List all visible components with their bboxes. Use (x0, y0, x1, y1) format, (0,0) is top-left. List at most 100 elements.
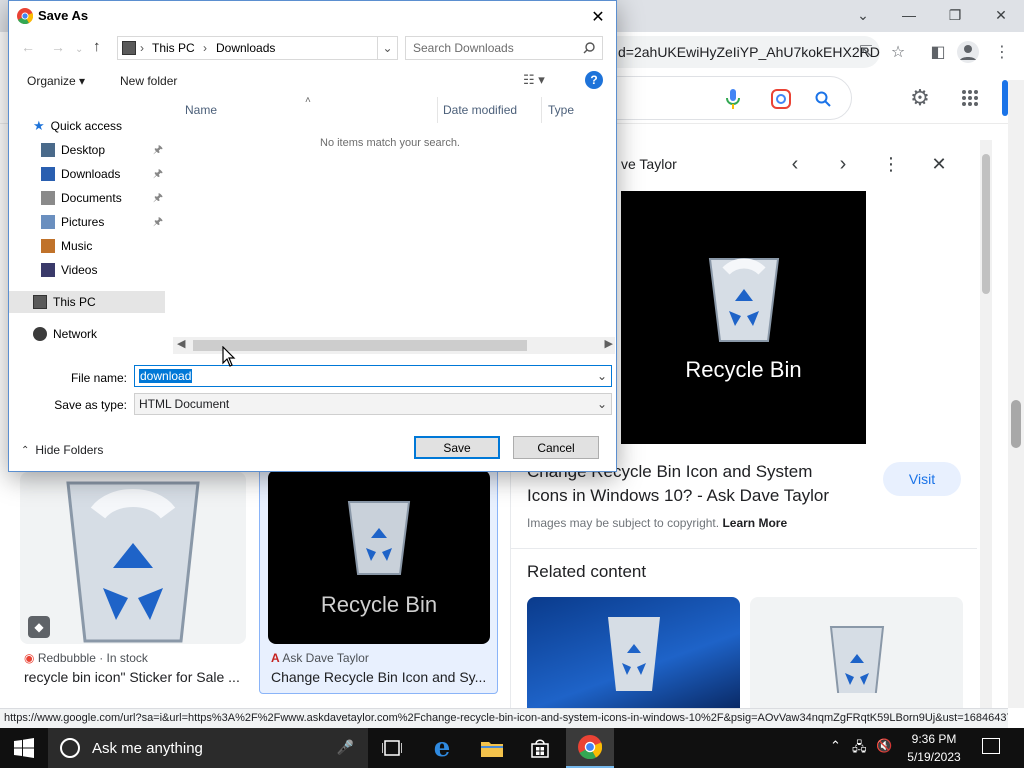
save-as-type-select[interactable]: HTML Document ⌄ (134, 393, 612, 415)
nav-quick-access[interactable]: ★ Quick access (33, 115, 122, 137)
start-button[interactable] (0, 728, 48, 768)
more-options-icon[interactable]: ⋮ (879, 152, 903, 176)
breadcrumb[interactable]: › This PC › Downloads ⌄ (117, 36, 398, 60)
chrome-taskbar-button[interactable] (566, 728, 614, 768)
show-hidden-icons-chevron-icon[interactable]: ⌃ (830, 738, 841, 754)
result-title[interactable]: recycle bin icon" Sticker for Sale ... (24, 669, 244, 685)
volume-muted-icon[interactable]: 🔇 (876, 738, 892, 754)
visit-button[interactable]: Visit (883, 462, 961, 496)
chevron-right-icon[interactable]: › (831, 152, 855, 176)
cortana-search-box[interactable]: Ask me anything 🎤 (48, 728, 368, 768)
task-view-icon (382, 740, 402, 756)
column-type[interactable]: Type (548, 97, 574, 123)
redbubble-favicon-icon: ◉ (24, 651, 35, 665)
panel-scrollbar[interactable] (980, 140, 992, 708)
nav-item-music[interactable]: Music (41, 235, 92, 257)
cancel-button[interactable]: Cancel (513, 436, 599, 459)
nav-this-pc[interactable]: This PC (9, 291, 165, 313)
taskbar-search-placeholder: Ask me anything (92, 739, 203, 757)
close-window-button[interactable]: ✕ (978, 0, 1024, 30)
up-arrow-icon[interactable]: ↑ (93, 38, 101, 55)
chrome-menu-icon[interactable]: ⋮ (990, 40, 1014, 64)
search-placeholder: Search Downloads (413, 41, 514, 55)
scroll-right-icon[interactable]: ▶ (605, 337, 613, 350)
nav-item-downloads[interactable]: Downloads 🖈 (41, 163, 163, 185)
nav-item-documents[interactable]: Documents 🖈 (41, 187, 163, 209)
system-clock[interactable]: 9:36 PM 5/19/2023 (896, 730, 972, 766)
dialog-titlebar[interactable]: Save As ✕ (9, 1, 616, 33)
chrome-icon (578, 735, 602, 759)
microphone-icon[interactable]: 🎤 (337, 739, 354, 756)
scroll-left-icon[interactable]: ◀ (177, 337, 185, 350)
hide-folders-button[interactable]: ⌃ Hide Folders (21, 443, 103, 457)
result-title[interactable]: Change Recycle Bin Icon and Sy... (271, 669, 491, 685)
save-as-dialog: Save As ✕ ← → ⌄ ↑ › This PC › Downloads … (8, 0, 617, 472)
nav-network[interactable]: Network (33, 323, 97, 345)
this-pc-icon (33, 295, 47, 309)
scroll-thumb[interactable] (193, 340, 527, 351)
recycle-bin-image (347, 501, 411, 575)
task-view-button[interactable] (368, 728, 416, 768)
search-icon[interactable] (811, 87, 835, 111)
chevron-down-icon[interactable]: ⌄ (840, 0, 886, 30)
file-explorer-button[interactable] (468, 728, 516, 768)
microphone-icon[interactable] (721, 87, 745, 111)
this-pc-icon (122, 41, 136, 55)
result-thumbnail[interactable]: Recycle Bin (268, 470, 490, 644)
window-controls: ⌄ — ❐ ✕ (840, 0, 1024, 30)
music-folder-icon (41, 239, 55, 253)
profile-avatar-icon[interactable] (956, 40, 980, 64)
forward-arrow-icon[interactable]: → (51, 39, 65, 55)
bookmark-star-icon[interactable]: ☆ (886, 40, 910, 64)
documents-folder-icon (41, 191, 55, 205)
store-button[interactable] (516, 728, 564, 768)
search-icon (583, 42, 595, 54)
organize-button[interactable]: Organize ▾ (27, 74, 85, 88)
file-name-field[interactable]: download ⌄ (134, 365, 612, 387)
page-scrollbar[interactable] (1008, 80, 1024, 708)
breadcrumb-this-pc[interactable]: This PC (152, 37, 195, 59)
tag-icon: ◆ (28, 616, 50, 638)
close-panel-icon[interactable]: ✕ (927, 152, 951, 176)
chevron-down-icon[interactable]: ⌄ (597, 394, 607, 414)
back-arrow-icon[interactable]: ← (21, 39, 35, 55)
panel-source[interactable]: ve Taylor (621, 156, 677, 172)
help-icon[interactable]: ? (585, 71, 603, 89)
breadcrumb-downloads[interactable]: Downloads (216, 37, 275, 59)
edge-taskbar-button[interactable]: e (418, 728, 466, 768)
view-options-icon[interactable]: ☷ ▾ (523, 72, 545, 88)
settings-gear-icon[interactable]: ⚙ (906, 84, 934, 112)
recent-dropdown-icon[interactable]: ⌄ (75, 44, 83, 55)
search-downloads-input[interactable]: Search Downloads (405, 36, 603, 60)
result-thumbnail[interactable] (20, 472, 246, 644)
nav-item-desktop[interactable]: Desktop 🖈 (41, 139, 163, 161)
column-date-modified[interactable]: Date modified (443, 97, 517, 123)
related-thumbnail[interactable] (750, 597, 963, 708)
horizontal-scrollbar[interactable]: ◀ ▶ (173, 337, 615, 354)
chevron-left-icon[interactable]: ‹ (783, 152, 807, 176)
action-center-icon[interactable] (982, 738, 1000, 754)
nav-item-videos[interactable]: Videos (41, 259, 97, 281)
dialog-close-icon[interactable]: ✕ (586, 5, 610, 29)
panel-preview-image[interactable]: Recycle Bin (621, 191, 866, 444)
status-bar-url: https://www.google.com/url?sa=i&url=http… (0, 708, 1008, 728)
nav-item-pictures[interactable]: Pictures 🖈 (41, 211, 163, 233)
column-name[interactable]: Name (185, 97, 217, 123)
pictures-folder-icon (41, 215, 55, 229)
new-folder-button[interactable]: New folder (120, 74, 177, 88)
related-thumbnail[interactable] (527, 597, 740, 708)
chevron-down-icon[interactable]: ⌄ (597, 366, 607, 386)
minimize-button[interactable]: — (886, 0, 932, 30)
lens-icon[interactable] (769, 87, 793, 111)
learn-more-link[interactable]: Learn More (722, 516, 787, 530)
restore-button[interactable]: ❐ (932, 0, 978, 30)
network-status-icon[interactable]: 🖧 (852, 738, 867, 760)
pin-icon: 🖈 (152, 143, 163, 156)
share-icon[interactable]: ⇱ (854, 40, 878, 64)
apps-grid-icon[interactable] (956, 84, 984, 112)
save-as-type-label: Save as type: (54, 398, 127, 412)
path-dropdown-icon[interactable]: ⌄ (377, 37, 397, 59)
save-button[interactable]: Save (414, 436, 500, 459)
clock-date: 5/19/2023 (907, 750, 961, 764)
side-panel-icon[interactable]: ◧ (926, 40, 950, 64)
